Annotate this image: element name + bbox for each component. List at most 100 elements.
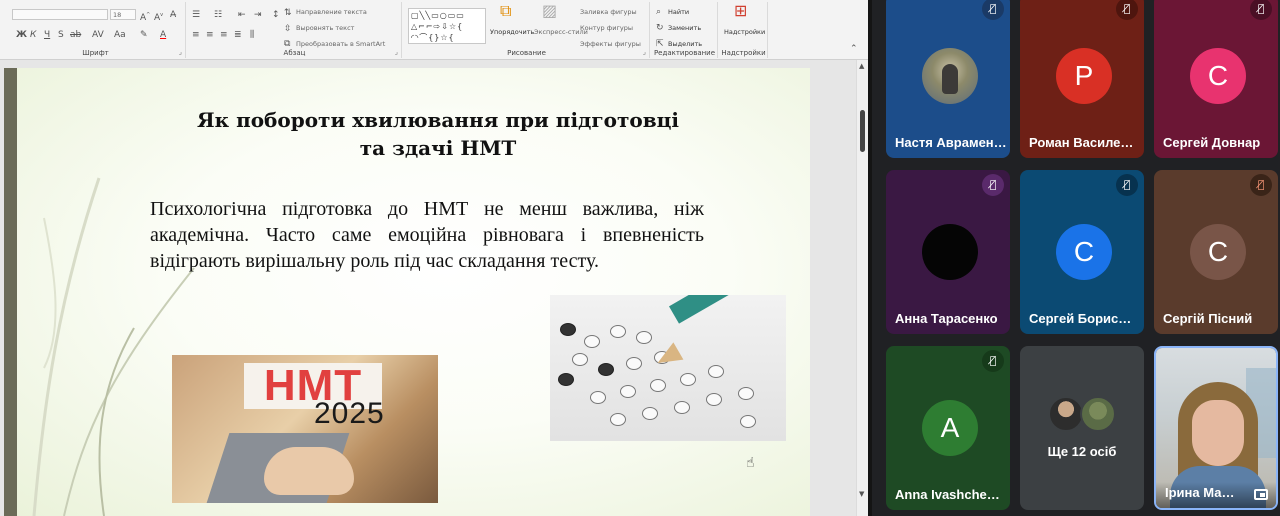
nmt-2025-image[interactable]: НМТ 2025 [172,355,438,503]
video-face-shape [1192,400,1244,466]
find-button[interactable]: Найти [668,8,689,16]
mic-muted-icon: 🎙̸ [982,174,1004,196]
vertical-scrollbar[interactable]: ▲ ▼ [856,60,868,516]
columns-icon[interactable]: ⫼ [250,30,254,40]
shape-effects-button[interactable]: Эффекты фигуры [580,40,641,48]
bubble-mark [674,401,690,414]
participant-tile[interactable]: 🎙̸ A Anna Ivashche… [886,346,1010,510]
quick-styles-icon[interactable]: ▨ [542,3,557,19]
bubble-mark [598,363,614,376]
shadow-icon[interactable]: S [58,30,64,40]
participant-tile[interactable]: 🎙̸ Анна Тарасенко [886,170,1010,334]
participant-name: Anna Ivashche… [895,487,1000,502]
font-size-dropdown[interactable]: 18 [110,9,136,20]
picture-in-picture-icon[interactable] [1254,489,1268,500]
bubble-mark [626,357,642,370]
participant-name: Сергій Пісний [1163,311,1253,326]
bubble-mark [590,391,606,404]
font-dialog-launcher-icon[interactable]: ⌟ [179,48,182,56]
arrange-button[interactable]: Упорядочить [490,28,534,36]
text-direction-icon[interactable]: ⇅ [284,8,292,18]
avatar [922,224,978,280]
participant-tile-active[interactable]: Ірина Ма… [1154,346,1278,510]
smartart-icon[interactable]: ⧉ [284,39,290,49]
numbering-icon[interactable]: ☷ [214,10,222,20]
avatar: С [1190,224,1246,280]
bullets-icon[interactable]: ☰ [192,10,200,20]
shapes-gallery[interactable]: ▢╲╲▭○▭▭ △⌐⌐⇨⇩☆{◜◝⌒{}☆{ [408,8,486,44]
avatar [922,48,978,104]
italic-icon[interactable]: К [30,30,36,40]
slide[interactable]: Як побороти хвилювання при підготовці та… [4,68,810,516]
avatar: С [1056,224,1112,280]
font-size-value: 18 [113,11,122,19]
align-text-button[interactable]: Выровнять текст [296,24,354,32]
mic-muted-icon: 🎙̸ [982,0,1004,20]
line-spacing-icon[interactable]: ↕ [272,10,280,20]
slide-title[interactable]: Як побороти хвилювання при підготовці та… [164,106,712,162]
slide-body-text[interactable]: Психологічна підготовка до НМТ не менш в… [150,196,704,274]
grow-font-icon[interactable]: A^ [140,10,150,23]
underline-icon[interactable]: Ч [44,30,50,40]
hand-cursor-icon: ☝ [746,455,755,471]
participant-tile[interactable]: 🎙̸ С Сергей Довнар [1154,0,1278,158]
ribbon: 18 A^ Av A̶ Ж К Ч S ab AV Aa ✎ A Шрифт ⌟… [0,0,868,60]
replace-icon[interactable]: ↻ [656,23,664,33]
clear-formatting-icon[interactable]: A̶ [170,10,176,20]
justify-icon[interactable]: ≣ [234,30,242,40]
collapse-ribbon-icon[interactable]: ⌃ [850,44,858,54]
bubble-mark [560,323,576,336]
scroll-up-icon[interactable]: ▲ [859,62,864,70]
font-family-dropdown[interactable] [12,9,108,20]
more-participants-tile[interactable]: Ще 12 осіб [1020,346,1144,510]
find-icon[interactable]: ⌕ [656,7,661,17]
bubble-mark [620,385,636,398]
select-icon[interactable]: ⇱ [656,39,664,49]
font-color-icon[interactable]: A [160,30,166,40]
bubble-mark [636,331,652,344]
drawing-dialog-launcher-icon[interactable]: ⌟ [643,48,646,56]
addins-icon[interactable]: ⊞ [734,3,747,19]
align-left-icon[interactable]: ≡ [192,30,200,40]
participant-tile[interactable]: 🎙̸ С Сергей Борис… [1020,170,1144,334]
panel-divider [868,0,872,516]
participant-tile[interactable]: 🎙̸ С Сергій Пісний [1154,170,1278,334]
arrange-icon[interactable]: ⧉ [500,3,511,19]
scroll-down-icon[interactable]: ▼ [859,490,864,498]
char-spacing-icon[interactable]: AV [92,30,104,40]
mic-muted-icon: 🎙̸ [1250,174,1272,196]
ribbon-group-label-addins: Надстройки [721,49,766,57]
avatar: A [922,400,978,456]
select-button[interactable]: Выделить [668,40,702,48]
bubble-mark [708,365,724,378]
participant-name: Сергей Борис… [1029,311,1132,326]
participant-name: Сергей Довнар [1163,135,1261,150]
ribbon-group-label-editing: Редактирование [653,49,716,57]
participant-tile[interactable]: 🎙̸ Настя Аврамен… [886,0,1010,158]
scrollbar-thumb[interactable] [860,110,865,152]
mic-muted-icon: 🎙̸ [1250,0,1272,20]
replace-button[interactable]: Заменить [668,24,701,32]
increase-indent-icon[interactable]: ⇥ [254,10,262,20]
answer-sheet-image[interactable] [550,295,786,441]
shape-fill-button[interactable]: Заливка фигуры [580,8,637,16]
addins-button[interactable]: Надстройки [724,28,765,36]
align-text-icon[interactable]: ⇳ [284,24,292,34]
decrease-indent-icon[interactable]: ⇤ [238,10,246,20]
mic-muted-icon: 🎙̸ [982,350,1004,372]
participant-name: Настя Аврамен… [895,135,1007,150]
align-center-icon[interactable]: ≡ [206,30,214,40]
bold-icon[interactable]: Ж [16,30,27,40]
shape-outline-button[interactable]: Контур фигуры [580,24,633,32]
avatar: Р [1056,48,1112,104]
change-case-icon[interactable]: Aa [114,30,126,40]
shrink-font-icon[interactable]: Av [154,10,163,23]
highlight-icon[interactable]: ✎ [140,30,148,40]
bubble-mark [610,413,626,426]
convert-smartart-button[interactable]: Преобразовать в SmartArt [296,40,385,48]
paragraph-dialog-launcher-icon[interactable]: ⌟ [395,48,398,56]
align-right-icon[interactable]: ≡ [220,30,228,40]
text-direction-button[interactable]: Направление текста [296,8,367,16]
strikethrough-icon[interactable]: ab [70,30,81,40]
participant-tile[interactable]: 🎙̸ Р Роман Василе… [1020,0,1144,158]
